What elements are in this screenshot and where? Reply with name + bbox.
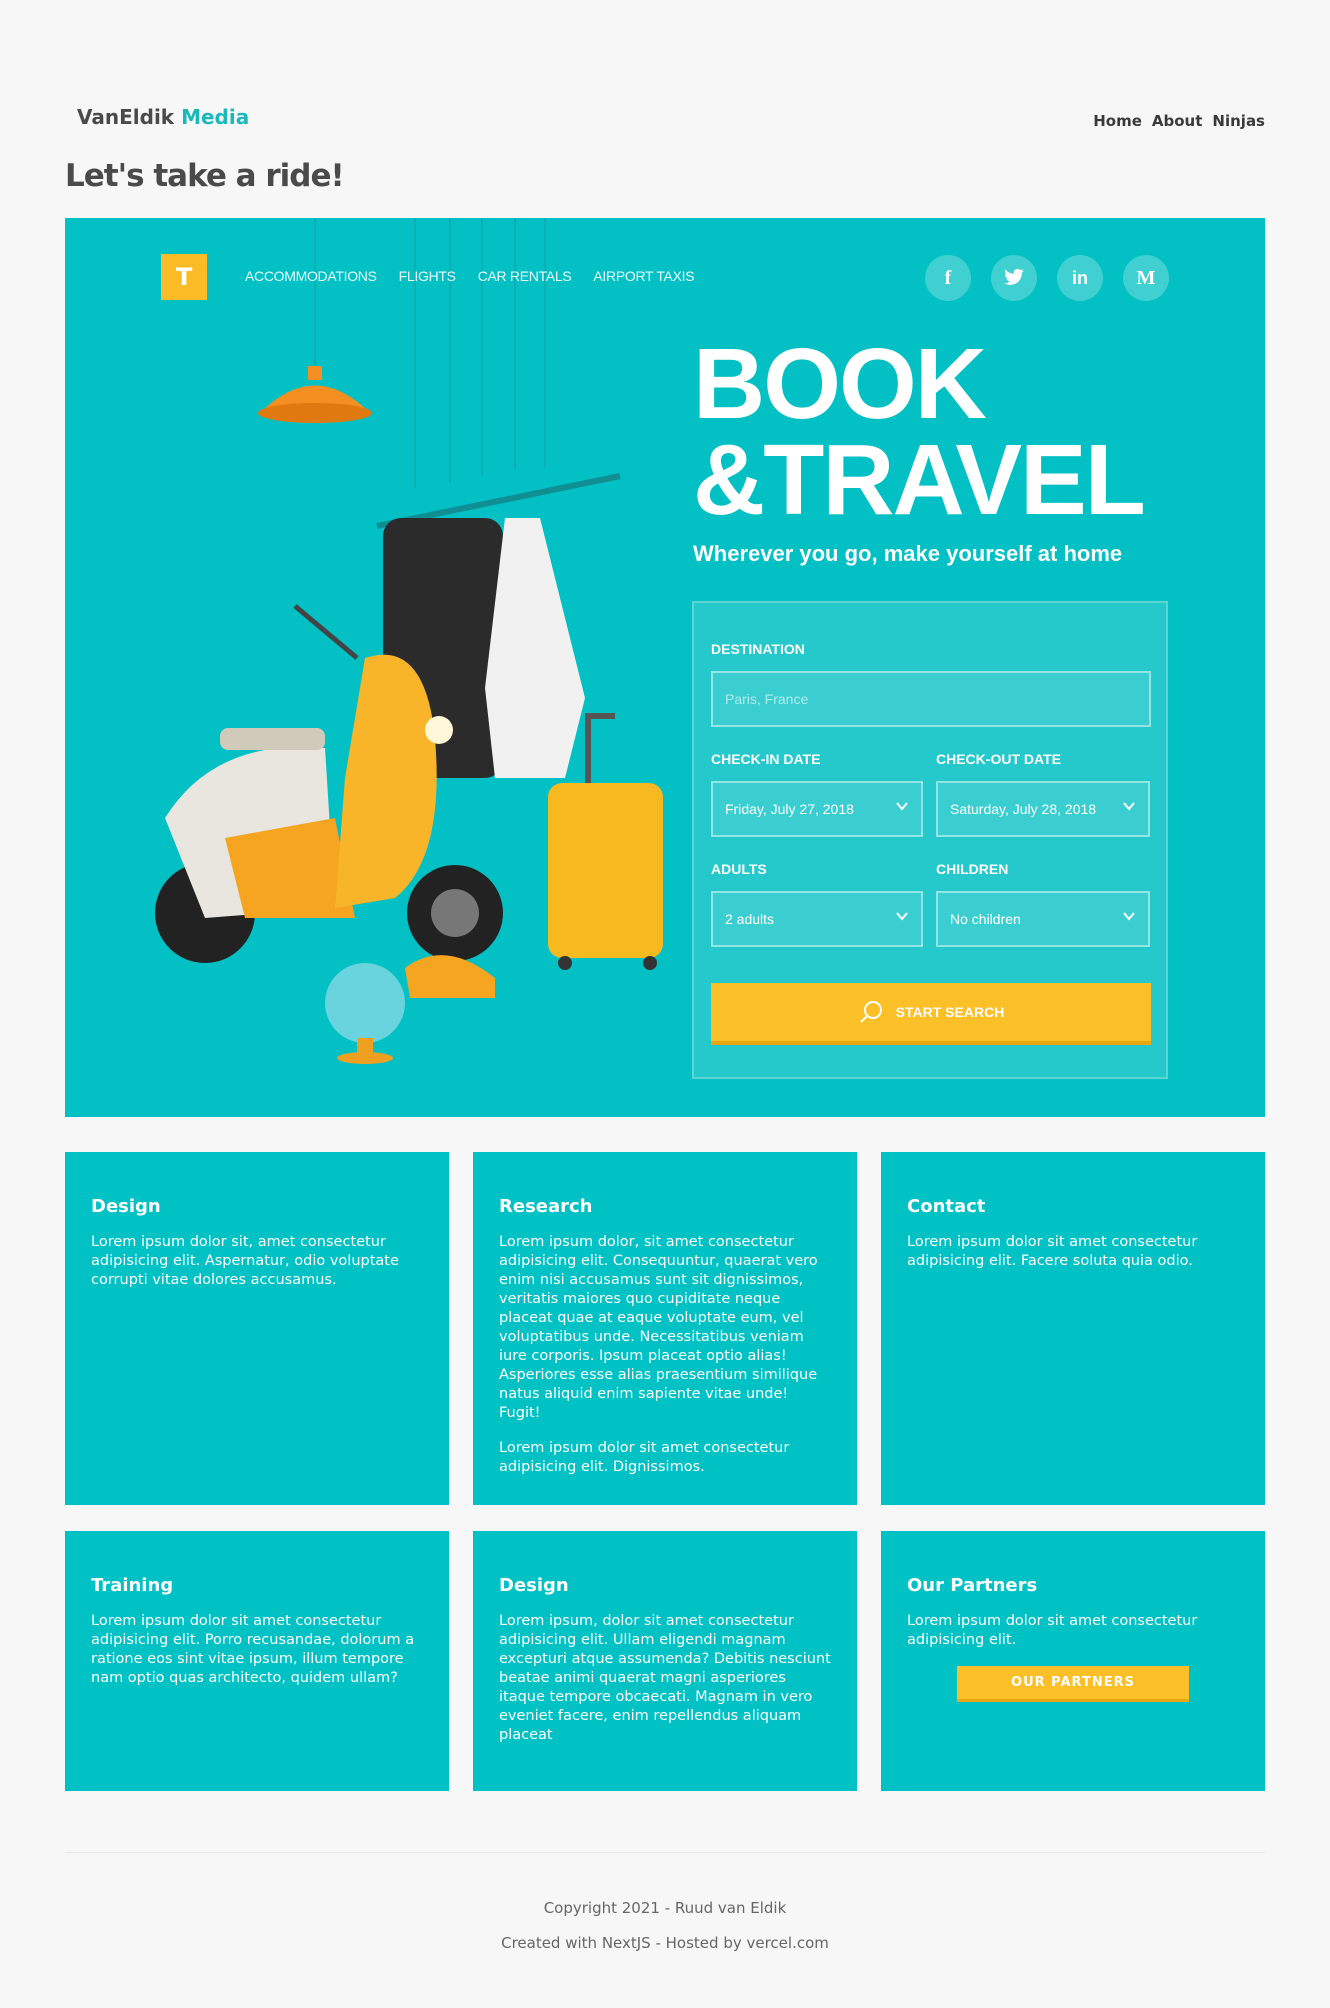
card-title: Training: [91, 1575, 174, 1596]
adults-label: ADULTS: [711, 861, 767, 877]
medium-icon[interactable]: M: [1123, 255, 1169, 301]
hero-social-links: f in M: [925, 255, 1169, 301]
nav-link-about[interactable]: About: [1152, 112, 1203, 130]
nav-link-home[interactable]: Home: [1093, 112, 1142, 130]
destination-label: DESTINATION: [711, 641, 805, 657]
card-contact: Contact Lorem ipsum dolor sit amet conse…: [881, 1152, 1265, 1505]
children-label: CHILDREN: [936, 861, 1009, 877]
our-partners-button[interactable]: OUR PARTNERS: [957, 1666, 1189, 1702]
checkout-value: Saturday, July 28, 2018: [950, 801, 1097, 817]
hero-nav-accommodations[interactable]: ACCOMMODATIONS: [245, 268, 377, 284]
nav-link-ninjas[interactable]: Ninjas: [1212, 112, 1265, 130]
search-icon: [859, 1001, 882, 1023]
page-title: Let's take a ride!: [65, 158, 345, 194]
hero-headline-line2: &TRAVEL: [693, 424, 1146, 536]
footer-credits: Created with NextJS - Hosted by vercel.c…: [501, 1934, 829, 1952]
site-logo[interactable]: VanEldik Media: [77, 105, 249, 129]
chevron-down-icon: [896, 912, 908, 921]
hero-nav-car-rentals[interactable]: CAR RENTALS: [478, 268, 572, 284]
hero-nav-flights[interactable]: FLIGHTS: [399, 268, 456, 284]
card-design-2: Design Lorem ipsum, dolor sit amet conse…: [473, 1531, 857, 1791]
adults-select[interactable]: 2 adults: [711, 891, 923, 947]
card-text: Lorem ipsum dolor, sit amet consectetur …: [499, 1234, 818, 1421]
footer-divider: [65, 1852, 1265, 1853]
chevron-down-icon: [1123, 912, 1135, 921]
logo-text-accent: Media: [181, 105, 250, 129]
card-design: Design Lorem ipsum dolor sit, amet conse…: [65, 1152, 449, 1505]
hero-tagline: Wherever you go, make yourself at home: [693, 541, 1123, 566]
facebook-icon[interactable]: f: [925, 255, 971, 301]
card-our-partners: Our Partners Lorem ipsum dolor sit amet …: [881, 1531, 1265, 1791]
twitter-icon[interactable]: [991, 255, 1037, 301]
hero-headline-line1: BOOK: [693, 328, 987, 440]
checkin-value: Friday, July 27, 2018: [725, 801, 854, 817]
card-title: Our Partners: [907, 1575, 1038, 1596]
site-header: VanEldik Media Home About Ninjas: [0, 0, 1330, 150]
card-text: Lorem ipsum dolor sit amet consectetur a…: [499, 1440, 790, 1475]
children-value: No children: [950, 911, 1021, 927]
hero-headline: BOOK &TRAVEL: [693, 328, 1146, 536]
card-title: Design: [91, 1196, 161, 1217]
main-nav: Home About Ninjas: [1093, 112, 1265, 130]
linkedin-icon[interactable]: in: [1057, 255, 1103, 301]
chevron-down-icon: [896, 802, 908, 811]
card-text: Lorem ipsum dolor sit, amet consectetur …: [91, 1234, 399, 1288]
destination-input[interactable]: Paris, France: [711, 671, 1151, 727]
card-text: Lorem ipsum dolor sit amet consectetur a…: [907, 1234, 1198, 1269]
card-research: Research Lorem ipsum dolor, sit amet con…: [473, 1152, 857, 1505]
checkin-label: CHECK-IN DATE: [711, 751, 821, 767]
adults-value: 2 adults: [725, 911, 775, 927]
start-search-button[interactable]: START SEARCH: [711, 983, 1151, 1045]
card-title: Contact: [907, 1196, 986, 1217]
start-search-label: START SEARCH: [895, 1004, 1005, 1020]
footer-copyright: Copyright 2021 - Ruud van Eldik: [543, 1899, 787, 1917]
children-select[interactable]: No children: [936, 891, 1150, 947]
hero-banner: T ACCOMMODATIONS FLIGHTS CAR RENTALS AIR…: [65, 218, 1265, 1117]
logo-text-primary: VanEldik: [77, 105, 175, 129]
card-training: Training Lorem ipsum dolor sit amet cons…: [65, 1531, 449, 1791]
hero-nav: ACCOMMODATIONS FLIGHTS CAR RENTALS AIRPO…: [245, 268, 695, 284]
booking-form: DESTINATION Paris, France CHECK-IN DATE …: [692, 601, 1168, 1079]
card-text: Lorem ipsum, dolor sit amet consectetur …: [499, 1613, 831, 1743]
checkout-label: CHECK-OUT DATE: [936, 751, 1061, 767]
hero-nav-airport-taxis[interactable]: AIRPORT TAXIS: [593, 268, 694, 284]
chevron-down-icon: [1123, 802, 1135, 811]
checkin-select[interactable]: Friday, July 27, 2018: [711, 781, 923, 837]
card-text: Lorem ipsum dolor sit amet consectetur a…: [91, 1613, 415, 1686]
card-text: Lorem ipsum dolor sit amet consectetur a…: [907, 1613, 1198, 1648]
hero-brand-logo[interactable]: T: [161, 254, 207, 300]
checkout-select[interactable]: Saturday, July 28, 2018: [936, 781, 1150, 837]
card-title: Design: [499, 1575, 569, 1596]
card-title: Research: [499, 1196, 593, 1217]
